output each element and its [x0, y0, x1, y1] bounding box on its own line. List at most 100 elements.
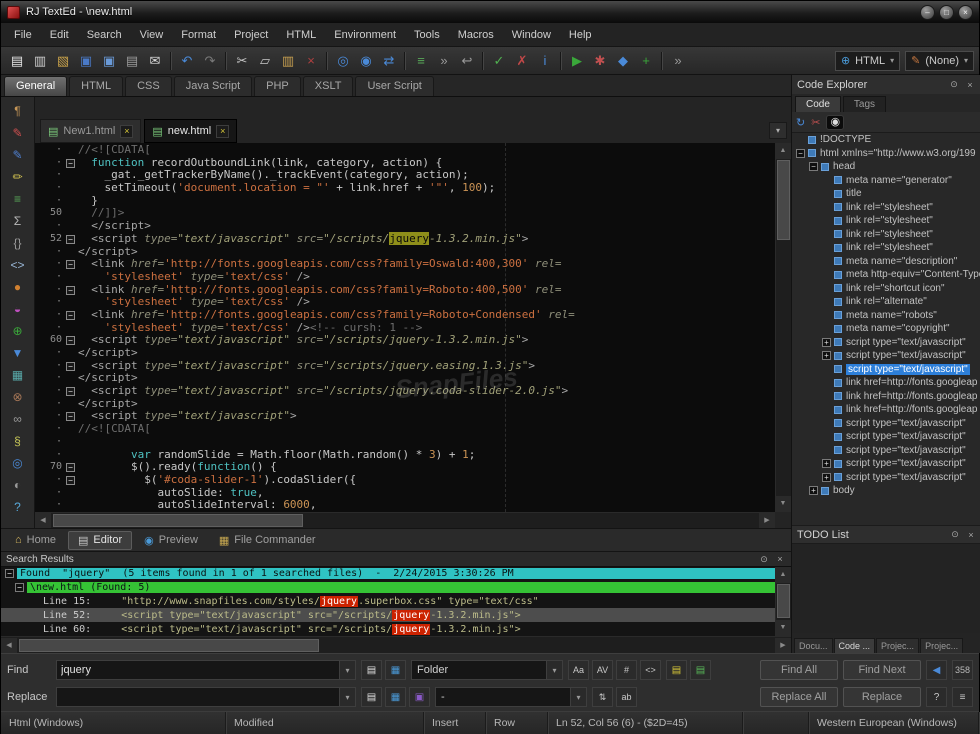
replace-icon[interactable]: ⇄: [378, 50, 400, 72]
tree-item[interactable]: script type="text/javascript": [792, 363, 980, 377]
palette-icon[interactable]: ◒: [7, 298, 29, 319]
word-wrap-icon[interactable]: ↩: [456, 50, 478, 72]
search-scope-select[interactable]: Folder ▾: [411, 660, 563, 680]
menu-file[interactable]: File: [5, 25, 41, 45]
tree-item[interactable]: meta name="description": [792, 255, 980, 269]
tree-item[interactable]: meta name="copyright": [792, 322, 980, 336]
search-vscrollbar[interactable]: ▲ ▼: [775, 567, 791, 636]
highlight-results-icon[interactable]: ▤: [666, 660, 687, 680]
document-tab[interactable]: ▤New1.html×: [40, 119, 141, 143]
paste-icon[interactable]: ▥: [277, 50, 299, 72]
cut-icon[interactable]: ✂: [231, 50, 253, 72]
search-file-row[interactable]: −\new.html (Found: 5): [1, 581, 775, 595]
screen-icon[interactable]: ▦: [385, 660, 406, 680]
find-option-toggle[interactable]: AV: [592, 660, 613, 680]
category-tab-html[interactable]: HTML: [69, 76, 123, 96]
menu-edit[interactable]: Edit: [41, 25, 78, 45]
find-input[interactable]: [57, 664, 339, 676]
code-editor[interactable]: ·//<![CDATA[·− function recordOutboundLi…: [35, 143, 791, 528]
tree-item[interactable]: link rel="stylesheet": [792, 201, 980, 215]
scroll-up-icon[interactable]: ▲: [775, 143, 791, 159]
tree-expand-icon[interactable]: +: [822, 338, 831, 347]
hscroll-thumb[interactable]: [19, 639, 319, 652]
delete-icon[interactable]: ×: [300, 50, 322, 72]
scroll-up-icon[interactable]: ▲: [775, 567, 791, 583]
find-option-toggle[interactable]: #: [616, 660, 637, 680]
new-from-template-icon[interactable]: ▥: [29, 50, 51, 72]
options-icon[interactable]: ≡: [952, 687, 973, 707]
fold-collapse-icon[interactable]: −: [66, 387, 75, 396]
anchor-icon[interactable]: ⊗: [7, 386, 29, 407]
replace-all-button[interactable]: Replace All: [760, 687, 838, 707]
scroll-down-icon[interactable]: ▼: [775, 496, 791, 512]
open-file-icon[interactable]: ▧: [52, 50, 74, 72]
zoom-icon[interactable]: ◎: [7, 452, 29, 473]
fold-collapse-icon[interactable]: −: [66, 311, 75, 320]
tree-item[interactable]: link href=http://fonts.googleap: [792, 376, 980, 390]
view-tab-editor[interactable]: ▤Editor: [68, 531, 132, 550]
eye-icon[interactable]: ◉: [826, 115, 844, 130]
collapse-icon[interactable]: −: [15, 583, 24, 592]
tree-expand-icon[interactable]: −: [796, 149, 805, 158]
tag-icon[interactable]: <>: [7, 254, 29, 275]
minimize-button[interactable]: –: [920, 5, 935, 20]
highlighter-icon[interactable]: ✏: [7, 166, 29, 187]
category-tab-java-script[interactable]: Java Script: [174, 76, 252, 96]
bullet-icon[interactable]: ●: [7, 276, 29, 297]
theme-combo[interactable]: ✎ (None) ▾: [905, 51, 974, 71]
tree-expand-icon[interactable]: +: [822, 473, 831, 482]
disk-icon[interactable]: ▣: [409, 687, 430, 707]
category-tab-xslt[interactable]: XSLT: [303, 76, 354, 96]
tree-item[interactable]: link rel="shortcut icon": [792, 282, 980, 296]
menu-tools[interactable]: Tools: [405, 25, 449, 45]
tree-item[interactable]: link rel="alternate": [792, 295, 980, 309]
tree-item[interactable]: meta name="generator": [792, 174, 980, 188]
more-tools-icon[interactable]: »: [667, 50, 689, 72]
fold-collapse-icon[interactable]: −: [66, 476, 75, 485]
tree-item[interactable]: −head: [792, 160, 980, 174]
search-hscrollbar[interactable]: ◀ ▶: [1, 636, 791, 653]
close-tab-icon[interactable]: ×: [120, 125, 133, 138]
chevron-down-icon[interactable]: ▾: [339, 661, 355, 679]
find-all-button[interactable]: Find All: [760, 660, 838, 680]
help-icon[interactable]: ?: [926, 687, 947, 707]
menu-html[interactable]: HTML: [277, 25, 325, 45]
replace-option-toggle[interactable]: ab: [616, 687, 637, 707]
pin-icon[interactable]: ⊙: [949, 529, 961, 540]
snippet-icon[interactable]: §: [7, 430, 29, 451]
menu-project[interactable]: Project: [225, 25, 277, 45]
search-result-row[interactable]: Line 15: "http://www.snapfiles.com/style…: [1, 595, 775, 609]
menu-window[interactable]: Window: [503, 25, 560, 45]
save-all-icon[interactable]: ▣: [98, 50, 120, 72]
macro-icon[interactable]: ✱: [589, 50, 611, 72]
cut-icon[interactable]: ✂: [811, 116, 820, 129]
braces-icon[interactable]: {}: [7, 232, 29, 253]
explorer-tab-code[interactable]: Code: [795, 96, 841, 112]
tree-item[interactable]: script type="text/javascript": [792, 417, 980, 431]
category-tab-user-script[interactable]: User Script: [355, 76, 433, 96]
tree-item[interactable]: link rel="stylesheet": [792, 228, 980, 242]
scroll-right-icon[interactable]: ▶: [775, 638, 791, 654]
close-panel-icon[interactable]: ×: [774, 554, 786, 564]
print-icon[interactable]: ▤: [121, 50, 143, 72]
tree-item[interactable]: link href=http://fonts.googleap: [792, 403, 980, 417]
format-icon[interactable]: ¶: [7, 100, 29, 121]
hscroll-thumb[interactable]: [53, 514, 303, 527]
save-icon[interactable]: ▣: [75, 50, 97, 72]
tree-item[interactable]: script type="text/javascript": [792, 444, 980, 458]
menu-macros[interactable]: Macros: [449, 25, 503, 45]
refresh-icon[interactable]: ↻: [796, 116, 805, 129]
replace-scope-select[interactable]: - ▾: [435, 687, 587, 707]
tree-item[interactable]: script type="text/javascript": [792, 430, 980, 444]
document-tab[interactable]: ▤new.html×: [144, 119, 237, 143]
view-tab-preview[interactable]: ◉Preview: [135, 531, 207, 550]
tab-list-button[interactable]: ▾: [769, 122, 787, 139]
pencil-blue-icon[interactable]: ✎: [7, 144, 29, 165]
find-option-toggle[interactable]: Aa: [568, 660, 589, 680]
new-doc-icon[interactable]: ▤: [361, 687, 382, 707]
tree-expand-icon[interactable]: +: [809, 486, 818, 495]
tree-item[interactable]: +script type="text/javascript": [792, 471, 980, 485]
add-icon[interactable]: +: [635, 50, 657, 72]
tree-expand-icon[interactable]: +: [822, 459, 831, 468]
search-summary-row[interactable]: −Found "jquery" (5 items found in 1 of 1…: [1, 567, 775, 581]
